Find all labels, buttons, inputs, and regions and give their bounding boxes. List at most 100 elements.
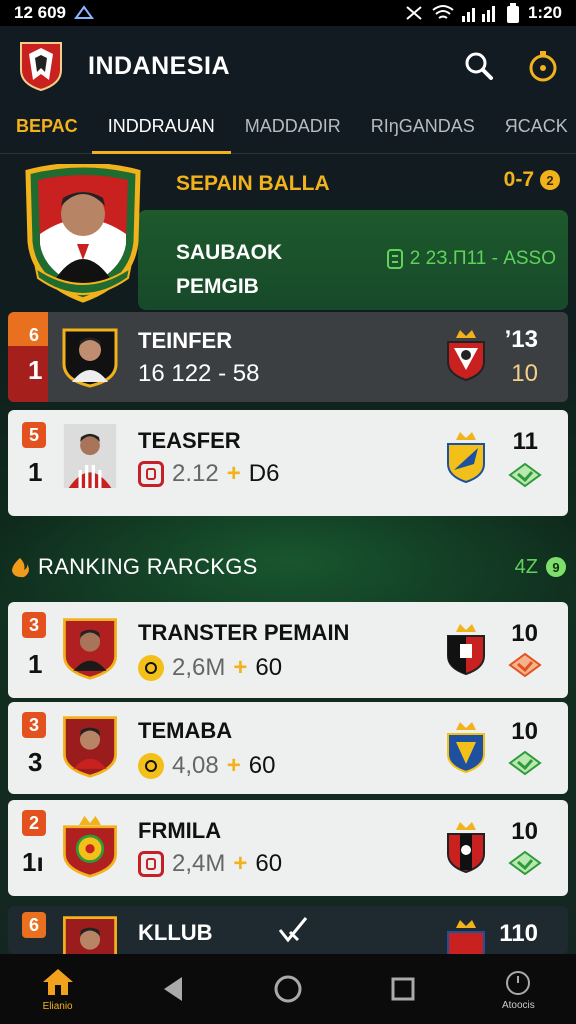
nav-stats[interactable]: Atoocis [473, 968, 563, 1011]
section-count: 4Z 9 [515, 556, 566, 579]
rank-badge: 5 [22, 422, 46, 448]
money-icon [138, 851, 164, 877]
signal-icon [461, 6, 495, 22]
player-name: FRMILA [138, 818, 222, 843]
back-icon [163, 977, 182, 1001]
tab-bepac[interactable]: BEPAC [16, 106, 78, 154]
featured-score-value: 0-7 [503, 168, 534, 191]
stopwatch-icon[interactable] [528, 50, 558, 82]
status-time-right: 1:20 [527, 3, 562, 22]
ranking-card[interactable]: 6 KLLUB 110 [8, 906, 568, 954]
tab-maddadir[interactable]: MADDADIR [245, 106, 341, 154]
club-logo-icon[interactable] [18, 40, 64, 92]
count-badge: 9 [546, 557, 566, 577]
coin-badge: 2 [540, 170, 560, 190]
nav-home-circle[interactable] [243, 974, 333, 1004]
card-right-top: 10 [511, 818, 538, 845]
ranking-section-header: RANKING RARCKGS 4Z 9 [10, 550, 566, 584]
club-crest-icon [447, 330, 485, 382]
card-right-top: 110 [499, 920, 538, 947]
bottom-nav-bar: Elianio Atoocis [0, 954, 576, 1024]
club-crest-icon [447, 624, 485, 676]
club-crest-icon [447, 432, 485, 484]
featured-title: SEPAIN BALLA [176, 172, 330, 195]
club-emblem-icon [63, 815, 117, 878]
chevron-badge-icon [508, 750, 542, 776]
battery-icon [506, 3, 519, 23]
rank-badge: 3 [22, 612, 46, 638]
chevron-badge-icon [508, 850, 542, 876]
tab-rcack[interactable]: ЯCACK [505, 106, 568, 154]
check-icon[interactable] [276, 914, 310, 944]
stat-plus: + [233, 654, 248, 681]
featured-player-crest-icon [25, 164, 141, 303]
rank-number: 1ı [22, 847, 44, 877]
player-avatar [63, 618, 117, 680]
app-bar: INDANESIA [0, 26, 576, 106]
featured-stat-value: 2 2З.П11 - АSSO [409, 248, 556, 269]
player-card[interactable]: 6 1 TEINFER 16 122 - 58 ʼ13 10 [8, 312, 568, 402]
chevron-badge-icon [508, 652, 542, 678]
section-count-value: 4Z [514, 555, 538, 578]
card-right-top: 11 [512, 428, 538, 455]
wifi-icon [432, 5, 454, 19]
nav-home[interactable]: Elianio [13, 967, 103, 1012]
tab-inddrauan[interactable]: INDDRAUAN [91, 106, 231, 154]
player-stats: 16 122 - 58 [138, 360, 260, 387]
flame-icon [12, 558, 29, 578]
stat-after: 60 [248, 752, 276, 779]
ranking-card[interactable]: 3 1 TRANSTER PEMAIN 2,6M + 60 10 [8, 602, 568, 698]
card-right-bottom: 10 [511, 360, 538, 387]
player-stats: 2,6M + 60 [138, 654, 282, 682]
coin-icon [138, 753, 164, 779]
recents-icon [391, 977, 415, 1001]
money-icon [386, 249, 403, 269]
nav-stats-label: Atoocis [501, 999, 535, 1011]
rank-number: 1 [28, 649, 43, 679]
drive-icon [74, 5, 94, 19]
featured-stat: 2 2З.П11 - АSSO [386, 248, 556, 270]
ranking-card[interactable]: 2 1ı FRMILA 2,4M + 60 10 [8, 800, 568, 896]
stat-after: D6 [248, 460, 280, 487]
club-crest-icon [447, 920, 485, 954]
stat-after: 60 [255, 850, 283, 877]
home-icon [42, 968, 73, 995]
mute-icon [406, 6, 422, 20]
rank-badge: 6 [28, 324, 39, 345]
stat-value: 2,6M [172, 654, 226, 681]
stat-value: 4,08 [172, 752, 219, 779]
nav-recents[interactable] [358, 976, 448, 1002]
chevron-badge-icon [508, 462, 542, 488]
rank-badge: 3 [22, 712, 46, 738]
player-name: KLLUB [138, 920, 213, 945]
ranking-card[interactable]: 3 3 TEMABA 4,08 + 60 10 [8, 702, 568, 794]
player-avatar [63, 916, 117, 954]
player-avatar [63, 716, 117, 778]
player-name: TRANSTER PEMAIN [138, 620, 350, 645]
player-stats: 2.12 + D6 [138, 460, 279, 488]
featured-player-name: SAUBAOK PEMGIB [176, 236, 282, 304]
stat-plus: + [226, 752, 241, 779]
status-bar: 12 609 1:20 [0, 0, 576, 26]
player-name: TEASFER [138, 428, 241, 453]
stat-after: 60 [255, 654, 283, 681]
section-title: RANKING RARCKGS [38, 554, 258, 579]
featured-player-card[interactable]: SEPAIN BALLA 0-7 2 SAUBAOK PEMGIB 2 2З.П… [8, 162, 568, 310]
player-stats: 2,4M + 60 [138, 850, 282, 878]
nav-home-label: Elianio [42, 1000, 73, 1012]
tab-ringandas[interactable]: RIŋGANDAS [371, 106, 475, 154]
money-icon [138, 461, 164, 487]
player-card[interactable]: 5 1 TEASFER 2.12 + D6 11 [8, 410, 568, 516]
stat-value: 2,4M [172, 850, 226, 877]
stopwatch-icon [506, 970, 531, 995]
circle-home-icon [274, 975, 302, 1003]
rank-badge: 6 [22, 912, 46, 938]
player-stats: 4,08 + 60 [138, 752, 275, 780]
featured-name-line1: SAUBAOK [176, 241, 283, 264]
rank-badge: 2 [22, 810, 46, 836]
club-crest-icon [447, 722, 485, 774]
stat-plus: + [226, 460, 241, 487]
card-right-top: 10 [511, 718, 538, 745]
search-icon[interactable] [464, 51, 494, 81]
nav-back[interactable] [128, 975, 218, 1003]
